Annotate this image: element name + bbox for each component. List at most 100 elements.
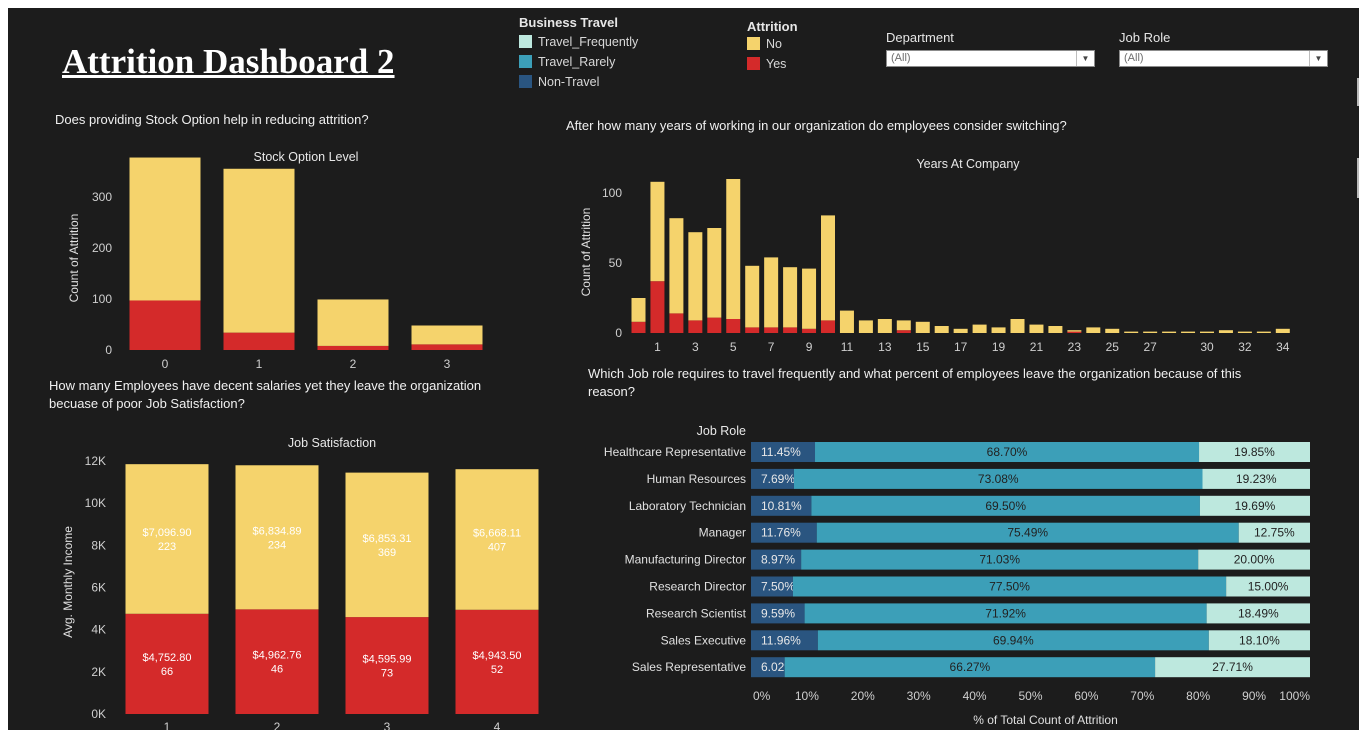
x-tick-label: 30%: [907, 689, 931, 703]
salary-question-line-2: becuase of poor Job Satisfaction?: [49, 396, 245, 411]
chevron-down-icon[interactable]: ▼: [1076, 51, 1094, 66]
bar-segment-no: [745, 265, 760, 328]
data-label-count: 369: [378, 547, 396, 559]
x-tick-label: 7: [768, 340, 775, 352]
bar-segment-no: [1086, 327, 1101, 333]
stock-question: Does providing Stock Option help in redu…: [55, 112, 369, 127]
x-tick-label: 17: [954, 340, 968, 352]
business-travel-by-role-chart: Job Role Healthcare Representative 11.45% 6…: [604, 424, 1310, 726]
bar-segment-no: [1124, 331, 1139, 333]
bar-segment-no: [317, 299, 389, 346]
data-label-income: $6,668.11: [473, 527, 521, 539]
x-tick-label: 32: [1238, 340, 1252, 352]
legend-label: Travel_Frequently: [538, 35, 639, 49]
data-label-percent: 18.49%: [1238, 606, 1279, 620]
data-label-percent: 27.71%: [1212, 660, 1253, 674]
bar-segment-no: [1010, 319, 1025, 333]
data-label-income: $7,096.90: [143, 527, 192, 539]
data-label-count: 234: [268, 539, 286, 551]
data-label-percent: 73.08%: [978, 472, 1019, 486]
scrollbar-thumb[interactable]: [1357, 158, 1359, 198]
department-filter-label: Department: [886, 30, 954, 45]
legend-item-non-travel[interactable]: Non-Travel: [519, 72, 638, 92]
data-label-percent: 11.76%: [761, 526, 801, 540]
data-label-percent: 19.69%: [1235, 499, 1276, 513]
data-label-percent: 75.49%: [1007, 526, 1048, 540]
data-label-percent: 18.10%: [1239, 633, 1280, 647]
legend-item-yes[interactable]: Yes: [747, 54, 798, 74]
bar-segment-no: [1143, 331, 1158, 333]
legend-item-travel-frequently[interactable]: Travel_Frequently: [519, 32, 638, 52]
job-role-dropdown[interactable]: (All) ▼: [1119, 50, 1328, 67]
y-tick-label: 2K: [91, 665, 106, 679]
department-filter: Department (All) ▼: [886, 30, 1095, 67]
data-label-income: $4,962.76: [253, 650, 302, 662]
y-tick-label: 50: [609, 256, 623, 270]
bar-segment-yes: [802, 328, 817, 333]
x-tick-label: 3: [444, 357, 451, 368]
bar-segment-no: [1162, 331, 1177, 333]
x-tick-label: 1: [256, 357, 263, 368]
bar-segment-yes: [317, 345, 389, 350]
x-tick-label: 90%: [1242, 689, 1266, 703]
y-tick-label: 6K: [91, 581, 106, 595]
bar-segment-yes: [745, 327, 760, 333]
bar-segment-yes: [650, 281, 665, 333]
data-label-income: $4,752.80: [143, 652, 192, 664]
chart-title: Stock Option Level: [254, 150, 359, 164]
x-tick-label: 5: [730, 340, 737, 352]
legend-item-travel-rarely[interactable]: Travel_Rarely: [519, 52, 638, 72]
x-tick-label: 9: [806, 340, 813, 352]
x-tick-label: 2: [350, 357, 357, 368]
bar-segment-yes: [129, 300, 201, 350]
travel-question-line-2: reason?: [588, 384, 635, 399]
x-tick-label: 30: [1200, 340, 1214, 352]
attrition-legend-title: Attrition: [747, 19, 798, 34]
data-label-percent: 10.81%: [761, 499, 802, 513]
y-tick-label: 100: [92, 292, 112, 306]
bar-segment-no: [1181, 331, 1196, 333]
bar-segment-no: [934, 326, 949, 333]
data-label-percent: 7.69%: [761, 472, 795, 486]
x-tick-label: 23: [1068, 340, 1082, 352]
chart-title: Job Satisfaction: [288, 436, 376, 450]
bar-segment-no: [669, 218, 684, 314]
legend-label: Yes: [766, 57, 787, 71]
bar-segment-no: [129, 157, 201, 301]
department-dropdown[interactable]: (All) ▼: [886, 50, 1095, 67]
data-label-percent: 69.50%: [985, 499, 1026, 513]
data-label-percent: 8.97%: [761, 553, 795, 567]
y-tick-label: 0: [105, 343, 112, 357]
travel-question: Which Job role requires to travel freque…: [588, 365, 1241, 401]
legend-swatch: [519, 75, 532, 88]
job-role-label: Sales Representative: [632, 660, 746, 674]
job-role-label: Laboratory Technician: [629, 499, 746, 513]
chevron-down-icon[interactable]: ▼: [1309, 51, 1327, 66]
bar-segment-no: [1275, 328, 1290, 333]
scrollbar-thumb[interactable]: [1357, 78, 1359, 106]
bar-segment-no: [223, 168, 295, 333]
x-tick-label: 15: [916, 340, 930, 352]
chart-title: Years At Company: [916, 157, 1020, 171]
job-role-label: Sales Executive: [661, 633, 747, 647]
y-axis-title: Count of Attrition: [67, 214, 81, 303]
bar-segment-no: [707, 228, 722, 318]
legend-item-no[interactable]: No: [747, 34, 798, 54]
x-tick-label: 10%: [795, 689, 819, 703]
bar-segment-no: [915, 321, 930, 333]
bar-segment-no: [1200, 331, 1214, 333]
bar-segment-no: [1237, 331, 1252, 333]
y-tick-label: 200: [92, 241, 112, 255]
bar-segment-no: [764, 257, 779, 328]
salary-question-line-1: How many Employees have decent salaries …: [49, 378, 482, 393]
bar-segment-no: [688, 232, 703, 321]
bar-segment-yes: [411, 344, 483, 350]
x-tick-label: 1: [654, 340, 661, 352]
legend-swatch: [747, 57, 760, 70]
legend-swatch: [519, 35, 532, 48]
y-tick-label: 8K: [91, 538, 106, 552]
bar-segment-no: [896, 320, 911, 331]
bar-segment-no: [821, 215, 835, 321]
data-label-percent: 9.59%: [761, 606, 795, 620]
data-label-count: 66: [161, 666, 173, 678]
